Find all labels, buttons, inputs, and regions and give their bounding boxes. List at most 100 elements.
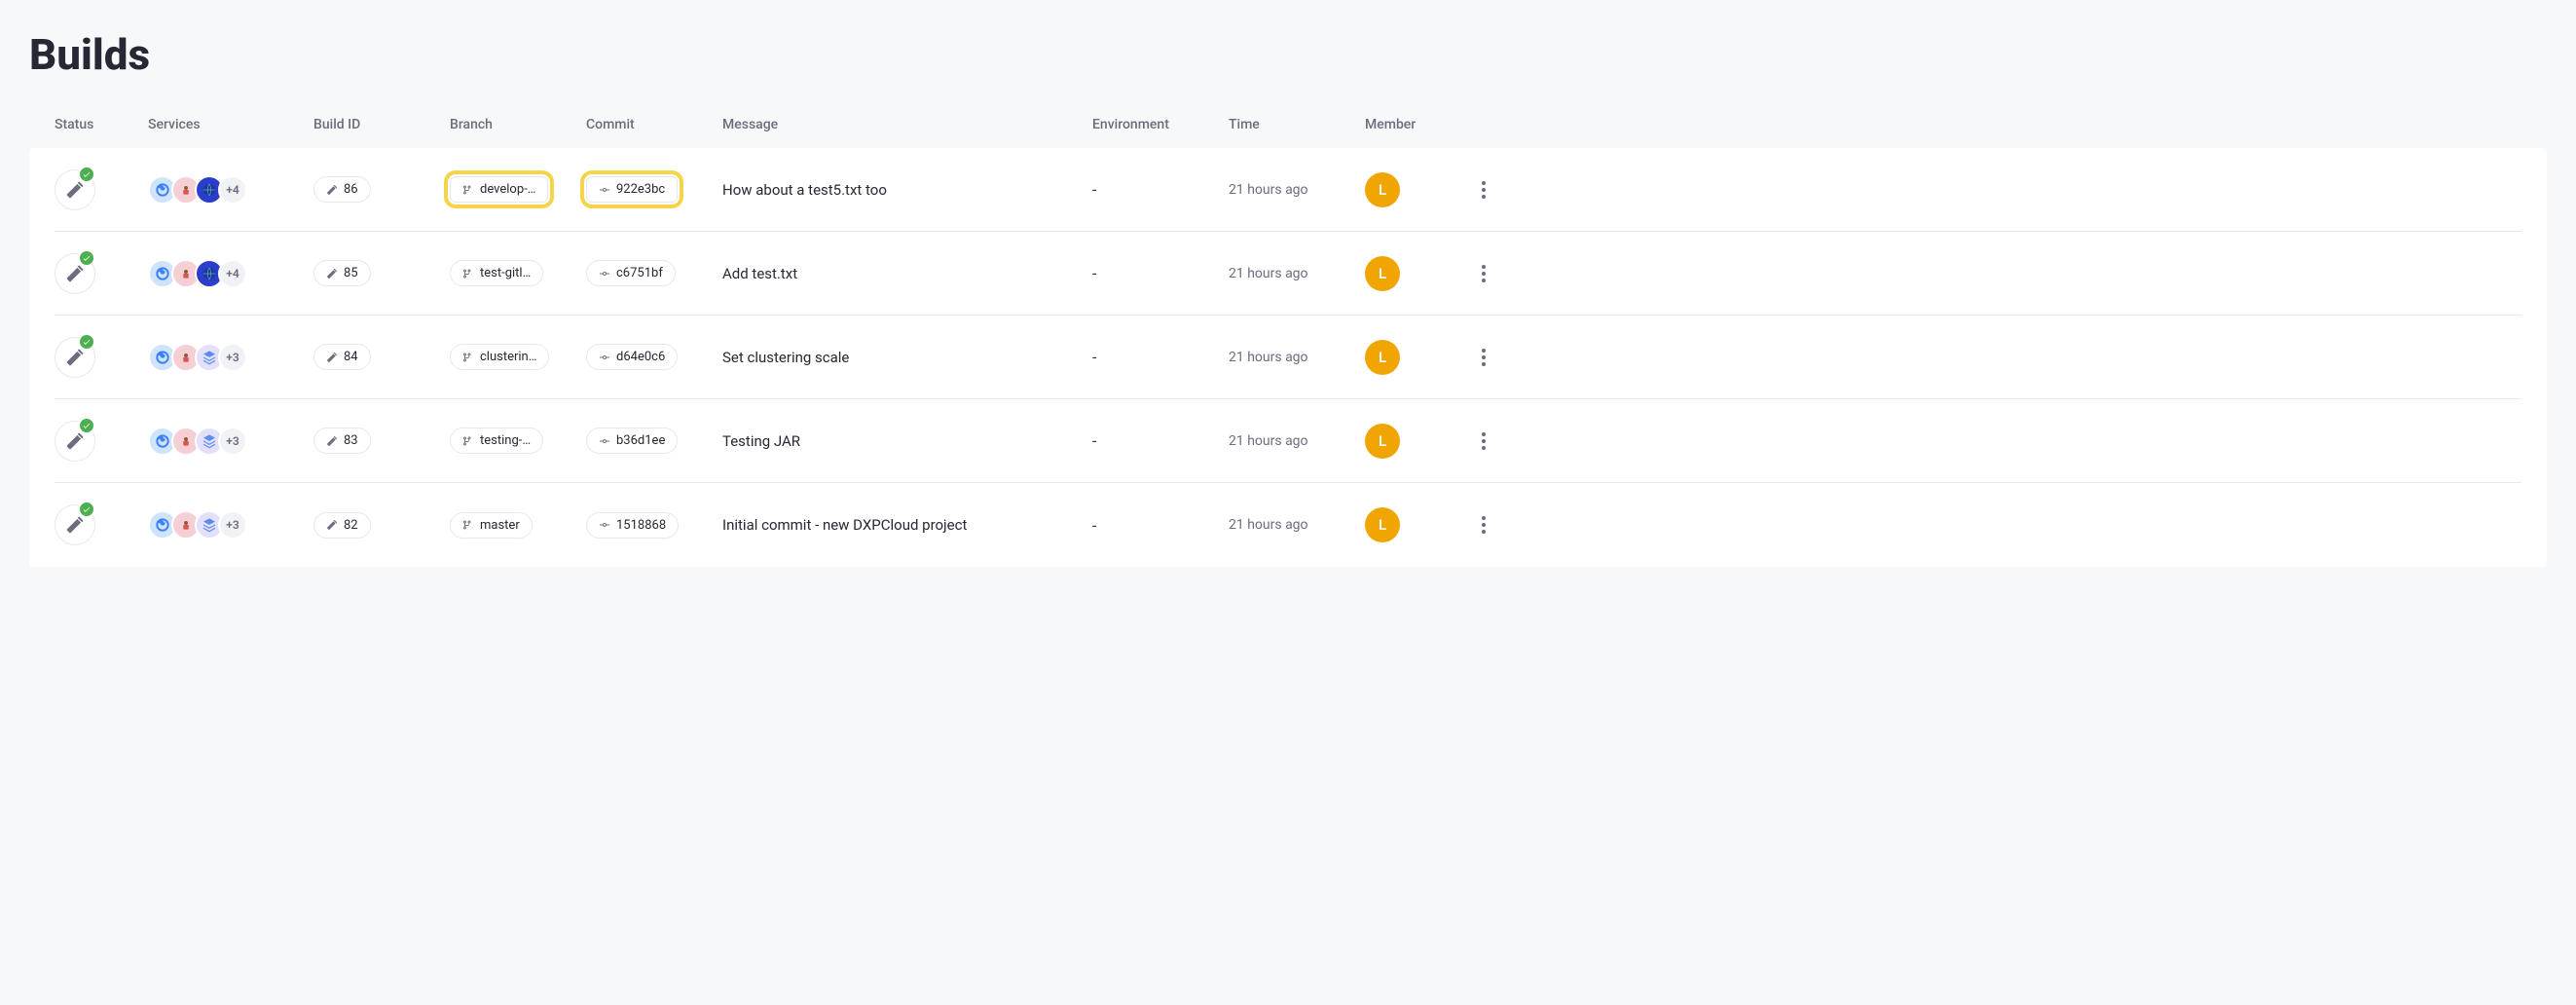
build-id-value: 83 (344, 433, 358, 448)
build-id-value: 85 (344, 266, 358, 280)
build-id-value: 86 (344, 182, 358, 197)
message-value: Testing JAR (722, 432, 1092, 450)
commit-icon (599, 435, 610, 447)
branch-value: testing-… (480, 433, 531, 448)
branch-pill[interactable]: develop-… (450, 176, 548, 203)
status-success-icon (55, 421, 95, 462)
col-status: Status (55, 117, 148, 132)
branch-icon (462, 184, 474, 196)
services-more-count[interactable]: +4 (218, 259, 247, 288)
services-more-count[interactable]: +4 (218, 175, 247, 205)
avatar[interactable]: L (1365, 340, 1400, 375)
branch-value: master (480, 518, 520, 533)
col-member: Member (1365, 117, 1468, 132)
row-actions-menu[interactable] (1468, 258, 1499, 289)
build-id-pill[interactable]: 86 (313, 176, 371, 203)
avatar[interactable]: L (1365, 256, 1400, 291)
commit-pill[interactable]: c6751bf (586, 260, 676, 286)
status-success-icon (55, 337, 95, 378)
services-group[interactable]: +3 (148, 343, 313, 372)
status-success-icon (55, 169, 95, 210)
pickaxe-icon (326, 435, 338, 447)
col-buildid: Build ID (313, 117, 450, 132)
avatar[interactable]: L (1365, 172, 1400, 207)
commit-pill[interactable]: d64e0c6 (586, 344, 678, 370)
branch-icon (462, 435, 474, 447)
message-value: Set clustering scale (722, 349, 1092, 366)
col-environment: Environment (1092, 117, 1229, 132)
services-more-count[interactable]: +3 (218, 510, 247, 540)
row-actions-menu[interactable] (1468, 509, 1499, 540)
commit-icon (599, 352, 610, 363)
table-row[interactable]: +4 86 develop-… 922e3bc How about a test… (55, 148, 2521, 232)
branch-icon (462, 519, 474, 531)
branch-value: clusterin… (480, 350, 536, 364)
row-actions-menu[interactable] (1468, 174, 1499, 205)
commit-value: 1518868 (616, 518, 666, 533)
avatar[interactable]: L (1365, 424, 1400, 459)
environment-value: - (1092, 431, 1229, 450)
commit-icon (599, 268, 610, 279)
table-header: Status Services Build ID Branch Commit M… (29, 117, 2547, 148)
commit-pill[interactable]: 922e3bc (586, 176, 678, 203)
commit-value: b36d1ee (616, 433, 665, 448)
time-value: 21 hours ago (1229, 517, 1365, 533)
build-id-pill[interactable]: 85 (313, 260, 371, 286)
page-title: Builds (29, 29, 2547, 80)
pickaxe-icon (326, 519, 338, 531)
commit-icon (599, 184, 610, 196)
services-group[interactable]: +3 (148, 510, 313, 540)
branch-value: develop-… (480, 182, 535, 197)
commit-icon (599, 519, 610, 531)
table-row[interactable]: +3 83 testing-… b36d1ee Testing JAR-21 h… (55, 399, 2521, 483)
branch-value: test-gitl… (480, 266, 531, 280)
pickaxe-icon (326, 352, 338, 363)
services-group[interactable]: +4 (148, 259, 313, 288)
table-row[interactable]: +3 82 master 1518868 Initial commit - ne… (55, 483, 2521, 567)
commit-value: 922e3bc (616, 182, 665, 197)
col-time: Time (1229, 117, 1365, 132)
branch-pill[interactable]: master (450, 512, 533, 539)
row-actions-menu[interactable] (1468, 426, 1499, 457)
table-row[interactable]: +4 85 test-gitl… c6751bf Add test.txt-21… (55, 232, 2521, 316)
commit-value: d64e0c6 (616, 350, 665, 364)
branch-pill[interactable]: clusterin… (450, 344, 549, 370)
environment-value: - (1092, 348, 1229, 366)
time-value: 21 hours ago (1229, 182, 1365, 198)
avatar[interactable]: L (1365, 507, 1400, 542)
time-value: 21 hours ago (1229, 433, 1365, 449)
col-message: Message (722, 117, 1092, 132)
build-id-pill[interactable]: 82 (313, 512, 371, 539)
environment-value: - (1092, 180, 1229, 199)
branch-icon (462, 352, 474, 363)
time-value: 21 hours ago (1229, 266, 1365, 281)
builds-table: Status Services Build ID Branch Commit M… (29, 117, 2547, 567)
services-more-count[interactable]: +3 (218, 427, 247, 456)
status-success-icon (55, 253, 95, 294)
build-id-value: 82 (344, 518, 358, 533)
time-value: 21 hours ago (1229, 350, 1365, 365)
message-value: How about a test5.txt too (722, 181, 1092, 199)
commit-pill[interactable]: b36d1ee (586, 428, 678, 454)
build-id-value: 84 (344, 350, 358, 364)
services-group[interactable]: +3 (148, 427, 313, 456)
row-actions-menu[interactable] (1468, 342, 1499, 373)
environment-value: - (1092, 264, 1229, 282)
build-id-pill[interactable]: 83 (313, 428, 371, 454)
col-commit: Commit (586, 117, 722, 132)
col-branch: Branch (450, 117, 586, 132)
branch-icon (462, 268, 474, 279)
message-value: Add test.txt (722, 265, 1092, 282)
branch-pill[interactable]: test-gitl… (450, 260, 543, 286)
build-id-pill[interactable]: 84 (313, 344, 371, 370)
table-row[interactable]: +3 84 clusterin… d64e0c6 Set clustering … (55, 316, 2521, 399)
branch-pill[interactable]: testing-… (450, 428, 543, 454)
pickaxe-icon (326, 268, 338, 279)
message-value: Initial commit - new DXPCloud project (722, 516, 1092, 534)
col-services: Services (148, 117, 313, 132)
environment-value: - (1092, 516, 1229, 535)
commit-pill[interactable]: 1518868 (586, 512, 679, 539)
services-group[interactable]: +4 (148, 175, 313, 205)
commit-value: c6751bf (616, 266, 663, 280)
services-more-count[interactable]: +3 (218, 343, 247, 372)
